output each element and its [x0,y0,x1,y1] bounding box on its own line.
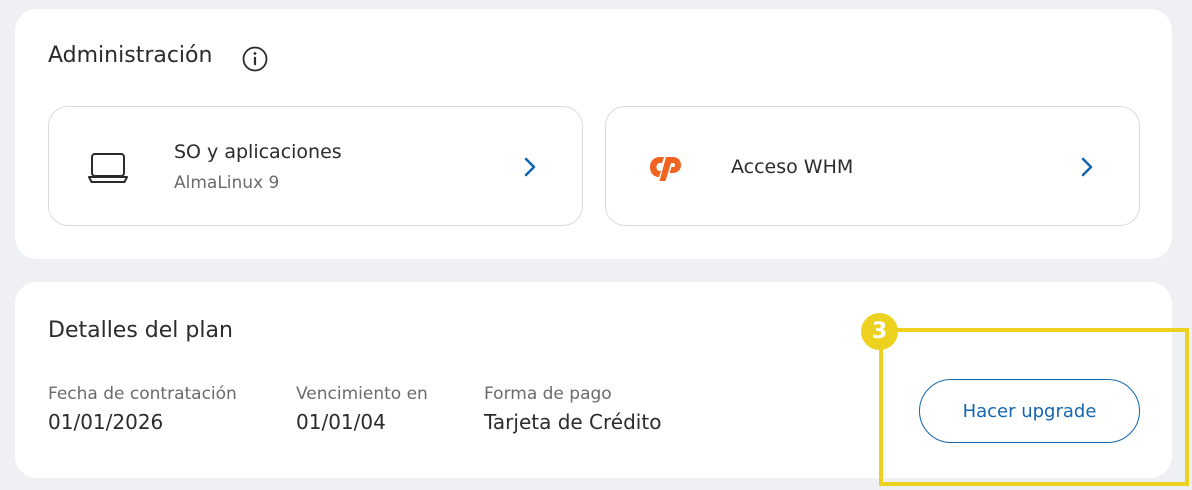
chevron-right-icon[interactable] [522,155,538,179]
tile-so-title: SO y aplicaciones [174,141,342,163]
tile-whm-title: Acceso WHM [731,156,854,178]
detail-vencimiento: Vencimiento en 01/01/04 [296,384,428,434]
plan-title: Detalles del plan [48,318,233,343]
laptop-icon [88,153,128,183]
detail-fecha-contratacion: Fecha de contratación 01/01/2026 [48,384,237,434]
hacer-upgrade-button[interactable]: Hacer upgrade [919,379,1140,443]
detail-label: Vencimiento en [296,384,428,404]
chevron-right-icon[interactable] [1079,155,1095,179]
info-circle-icon[interactable] [241,45,269,73]
detail-value: 01/01/04 [296,410,386,434]
tile-acceso-whm[interactable]: Acceso WHM [605,106,1140,226]
detail-label: Forma de pago [484,384,612,404]
detail-value: Tarjeta de Crédito [484,410,662,434]
detail-value: 01/01/2026 [48,410,164,434]
detail-forma-pago: Forma de pago Tarjeta de Crédito [484,384,661,434]
administracion-card: Administración SO y aplicaciones AlmaLin… [15,9,1172,259]
plan-details-card: Detalles del plan Fecha de contratación … [15,282,1172,478]
administracion-title: Administración [48,43,213,68]
detail-label: Fecha de contratación [48,384,237,404]
tile-so-aplicaciones[interactable]: SO y aplicaciones AlmaLinux 9 [48,106,583,226]
cpanel-logo-icon [650,157,681,181]
tile-so-subtitle: AlmaLinux 9 [174,173,280,193]
step-badge: 3 [861,313,898,350]
